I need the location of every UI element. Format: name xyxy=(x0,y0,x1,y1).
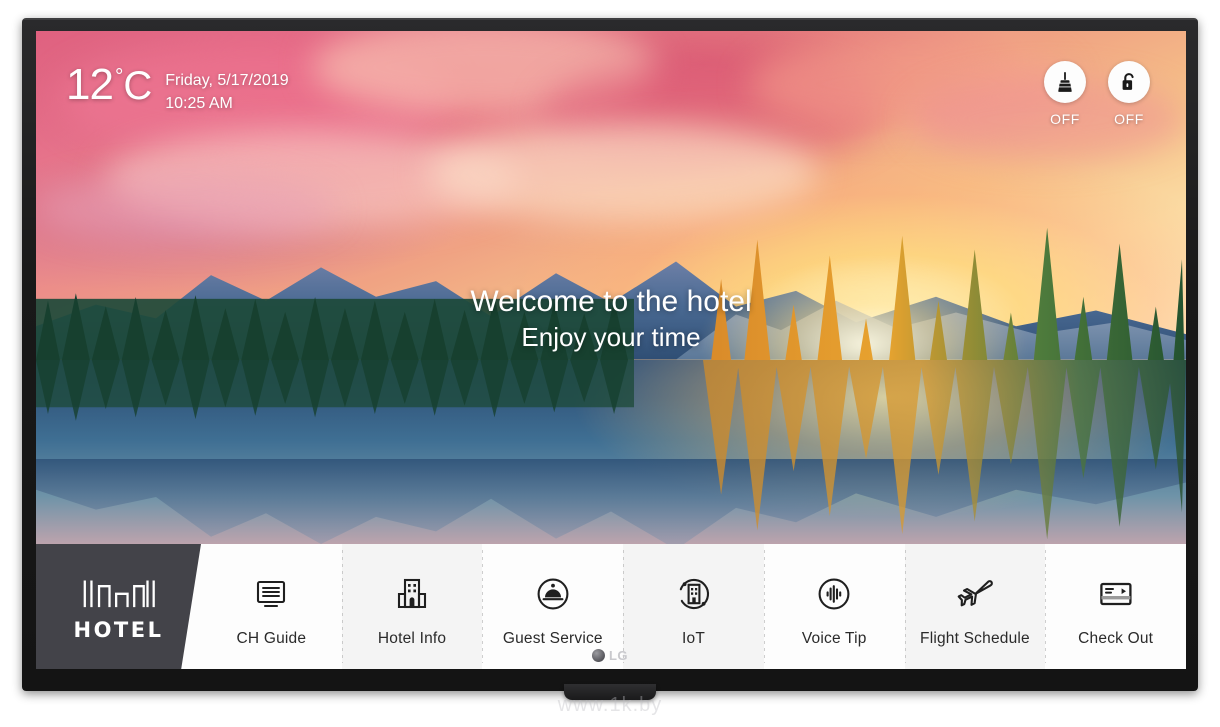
menu-item-iot[interactable]: IoT xyxy=(623,544,764,669)
welcome-line-1: Welcome to the hotel xyxy=(470,285,752,318)
hotel-brand-tile[interactable]: HOTEL xyxy=(36,544,201,669)
make-up-room-status[interactable]: OFF xyxy=(1044,61,1086,127)
welcome-line-2: Enjoy your time xyxy=(521,322,701,353)
tv-guide-icon xyxy=(249,572,293,616)
temperature-readout: 12°C xyxy=(66,60,152,109)
lg-badge-icon xyxy=(591,649,605,662)
menu-item-flight-schedule[interactable]: Flight Schedule xyxy=(904,544,1046,669)
make-up-room-state: OFF xyxy=(1050,111,1080,127)
menu-label: Hotel Info xyxy=(377,629,447,647)
menu-item-check-out[interactable]: Check Out xyxy=(1045,544,1186,669)
menu-label: Guest Service xyxy=(502,629,603,647)
building-icon xyxy=(390,572,434,616)
osd-overlay: 12°C Friday, 5/17/2019 10:25 AM OFF OFF … xyxy=(36,31,1186,669)
service-status-group: OFF OFF xyxy=(1044,61,1150,127)
voice-waveform-icon xyxy=(812,572,856,616)
degree-symbol: ° xyxy=(114,65,123,89)
weather-widget: 12°C Friday, 5/17/2019 10:25 AM xyxy=(66,63,289,115)
lg-brand-text: LG xyxy=(608,648,629,663)
lg-brand-logo: LG xyxy=(591,648,629,663)
airplane-departure-icon xyxy=(953,572,997,616)
menu-item-ch-guide[interactable]: CH Guide xyxy=(201,544,342,669)
tv-chassis: 12°C Friday, 5/17/2019 10:25 AM OFF OFF … xyxy=(22,18,1198,700)
credit-card-icon xyxy=(1094,572,1138,616)
menu-items-container: CH Guide Hotel Info Guest Service IoT Vo… xyxy=(201,544,1186,669)
service-bell-icon xyxy=(531,572,575,616)
do-not-disturb-status[interactable]: OFF xyxy=(1108,61,1150,127)
welcome-message: Welcome to the hotel Enjoy your time xyxy=(36,283,1186,355)
menu-label: CH Guide xyxy=(236,629,307,647)
temperature-value: 12 xyxy=(66,60,114,109)
date-time-block: Friday, 5/17/2019 10:25 AM xyxy=(165,63,288,115)
menu-label: IoT xyxy=(682,629,706,647)
menu-item-voice-tip[interactable]: Voice Tip xyxy=(763,544,905,669)
menu-label: Flight Schedule xyxy=(920,629,1030,647)
screenshot-root: 12°C Friday, 5/17/2019 10:25 AM OFF OFF … xyxy=(0,0,1220,727)
temperature-unit: C xyxy=(123,64,152,108)
iot-connected-building-icon xyxy=(672,572,716,616)
open-padlock-icon xyxy=(1108,61,1150,103)
menu-label: Check Out xyxy=(1078,629,1154,647)
menu-label: Voice Tip xyxy=(801,629,867,647)
hotel-building-skyline-icon xyxy=(83,580,155,608)
current-date: Friday, 5/17/2019 xyxy=(165,72,289,89)
current-time: 10:25 AM xyxy=(165,95,233,113)
broom-icon xyxy=(1044,61,1086,103)
menu-item-hotel-info[interactable]: Hotel Info xyxy=(341,544,483,669)
hotel-brand-label: HOTEL xyxy=(73,618,164,642)
tv-screen: 12°C Friday, 5/17/2019 10:25 AM OFF OFF … xyxy=(36,31,1186,669)
tv-stand-foot xyxy=(564,684,656,700)
do-not-disturb-state: OFF xyxy=(1114,111,1144,127)
